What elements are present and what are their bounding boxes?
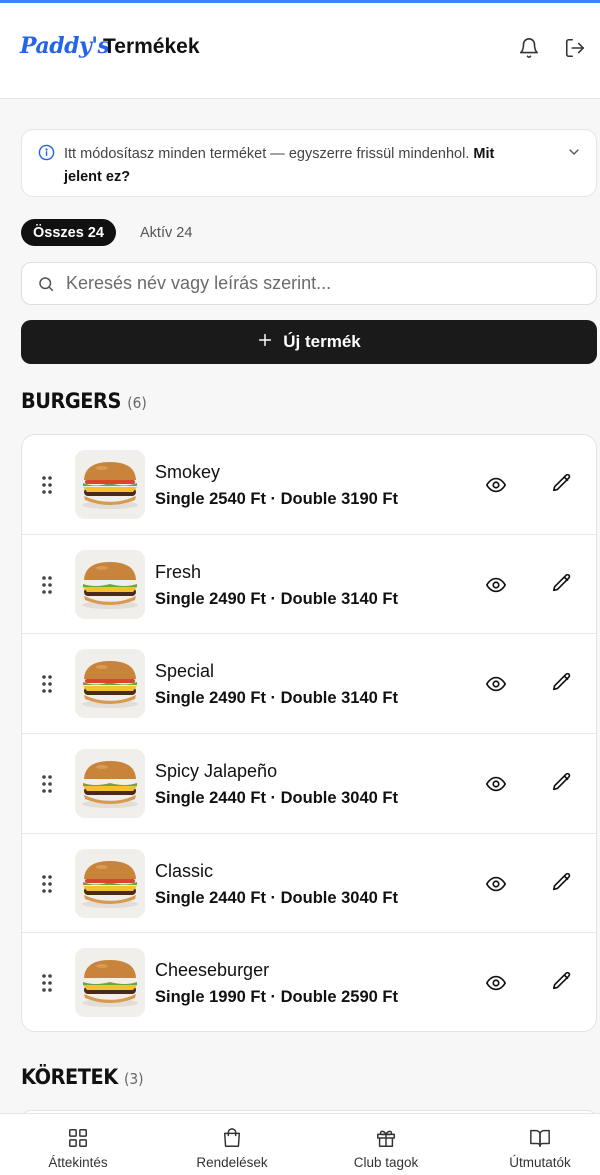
search-box[interactable]: [21, 262, 597, 305]
section-title-burgers: BURGERS (6): [21, 389, 147, 413]
section-count: (3): [123, 1070, 144, 1088]
product-price: Single 2490 Ft · Double 3140 Ft: [155, 589, 398, 608]
nav-item-rendelesek[interactable]: Rendelések: [172, 1114, 292, 1175]
section-name: KÖRETEK: [21, 1065, 118, 1089]
drag-handle-icon[interactable]: [41, 973, 53, 993]
dashboard-icon: [67, 1127, 89, 1149]
product-image: [75, 450, 145, 519]
product-list-burgers: Smokey Single 2540 Ft · Double 3190 Ft Fre…: [21, 434, 597, 1032]
nav-label: Rendelések: [196, 1155, 268, 1170]
product-row[interactable]: Special Single 2490 Ft · Double 3140 Ft: [22, 634, 596, 735]
product-image: [75, 848, 145, 918]
product-image: [75, 549, 145, 619]
section-name: BURGERS: [21, 389, 121, 413]
product-name: Special: [155, 661, 215, 682]
bottom-navigation: Áttekintés Rendelések Club tagok Útmutat…: [0, 1113, 600, 1175]
search-icon: [37, 275, 55, 293]
eye-icon[interactable]: [485, 574, 507, 596]
eye-icon[interactable]: [485, 773, 507, 795]
bell-icon[interactable]: [518, 37, 540, 59]
filter-active-tab[interactable]: Aktív 24: [140, 219, 192, 246]
drag-handle-icon[interactable]: [41, 674, 53, 694]
nav-label: Útmutatók: [509, 1155, 571, 1170]
pencil-icon[interactable]: [551, 771, 573, 793]
new-product-label: Új termék: [283, 332, 361, 351]
book-icon: [529, 1127, 551, 1149]
product-price: Single 2540 Ft · Double 3190 Ft: [155, 490, 398, 508]
product-name: Cheeseburger: [155, 960, 270, 981]
product-price: Single 2440 Ft · Double 3040 Ft: [155, 789, 398, 808]
gift-icon: [375, 1127, 397, 1149]
product-image: [75, 749, 145, 819]
section-count: (6): [127, 394, 147, 412]
product-name: Spicy Jalapeño: [155, 761, 278, 782]
product-row[interactable]: Fresh Single 2490 Ft · Double 3140 Ft: [22, 535, 596, 635]
product-name: Smokey: [155, 462, 221, 482]
product-row[interactable]: Spicy Jalapeño Single 2440 Ft · Double 30…: [22, 734, 596, 834]
product-row[interactable]: Classic Single 2440 Ft · Double 3040 Ft: [22, 834, 596, 934]
logout-icon[interactable]: [564, 37, 586, 59]
info-banner[interactable]: Itt módosítasz minden terméket — egyszer…: [21, 129, 597, 197]
product-row[interactable]: Cheeseburger Single 1990 Ft · Double 2590…: [22, 933, 596, 1031]
eye-icon[interactable]: [485, 673, 507, 695]
eye-icon[interactable]: [485, 474, 507, 496]
brand-logo[interactable]: Paddy's: [20, 33, 110, 59]
info-icon: [38, 144, 55, 161]
pencil-icon[interactable]: [551, 970, 573, 992]
nav-label: Club tagok: [353, 1155, 419, 1170]
page-title: Termékek: [103, 35, 200, 58]
pencil-icon[interactable]: [551, 871, 573, 893]
nav-label: Áttekintés: [48, 1155, 108, 1170]
info-message: Itt módosítasz minden terméket — egyszer…: [64, 146, 470, 162]
drag-handle-icon[interactable]: [41, 774, 53, 794]
pencil-icon[interactable]: [551, 671, 573, 693]
nav-item-club-tagok[interactable]: Club tagok: [326, 1114, 446, 1175]
shopping-bag-icon: [221, 1127, 243, 1149]
info-text: Itt módosítasz minden terméket — egyszer…: [64, 143, 534, 189]
section-title-koretek: KÖRETEK (3): [21, 1065, 144, 1089]
pencil-icon[interactable]: [551, 572, 573, 594]
product-row[interactable]: Smokey Single 2540 Ft · Double 3190 Ft: [22, 435, 596, 535]
product-name: Classic: [155, 860, 214, 881]
pencil-icon[interactable]: [551, 472, 573, 494]
product-name: Fresh: [155, 561, 202, 582]
product-image: [75, 948, 145, 1018]
chevron-down-icon[interactable]: [566, 144, 582, 160]
app-header: Paddy's Termékek: [0, 3, 600, 99]
product-image: [75, 649, 145, 719]
new-product-button[interactable]: Új termék: [21, 320, 597, 364]
drag-handle-icon[interactable]: [41, 874, 53, 894]
drag-handle-icon[interactable]: [41, 575, 53, 595]
nav-item-utmutatok[interactable]: Útmutatók: [480, 1114, 600, 1175]
eye-icon[interactable]: [485, 972, 507, 994]
filter-all-tab[interactable]: Összes 24: [21, 219, 116, 246]
eye-icon[interactable]: [485, 873, 507, 895]
search-input[interactable]: [66, 263, 586, 304]
product-price: Single 2440 Ft · Double 3040 Ft: [155, 888, 398, 907]
product-price: Single 2490 Ft · Double 3140 Ft: [155, 689, 398, 708]
plus-icon: [257, 332, 273, 353]
nav-item-attekintes[interactable]: Áttekintés: [18, 1114, 138, 1175]
product-price: Single 1990 Ft · Double 2590 Ft: [155, 988, 398, 1007]
drag-handle-icon[interactable]: [41, 475, 53, 495]
